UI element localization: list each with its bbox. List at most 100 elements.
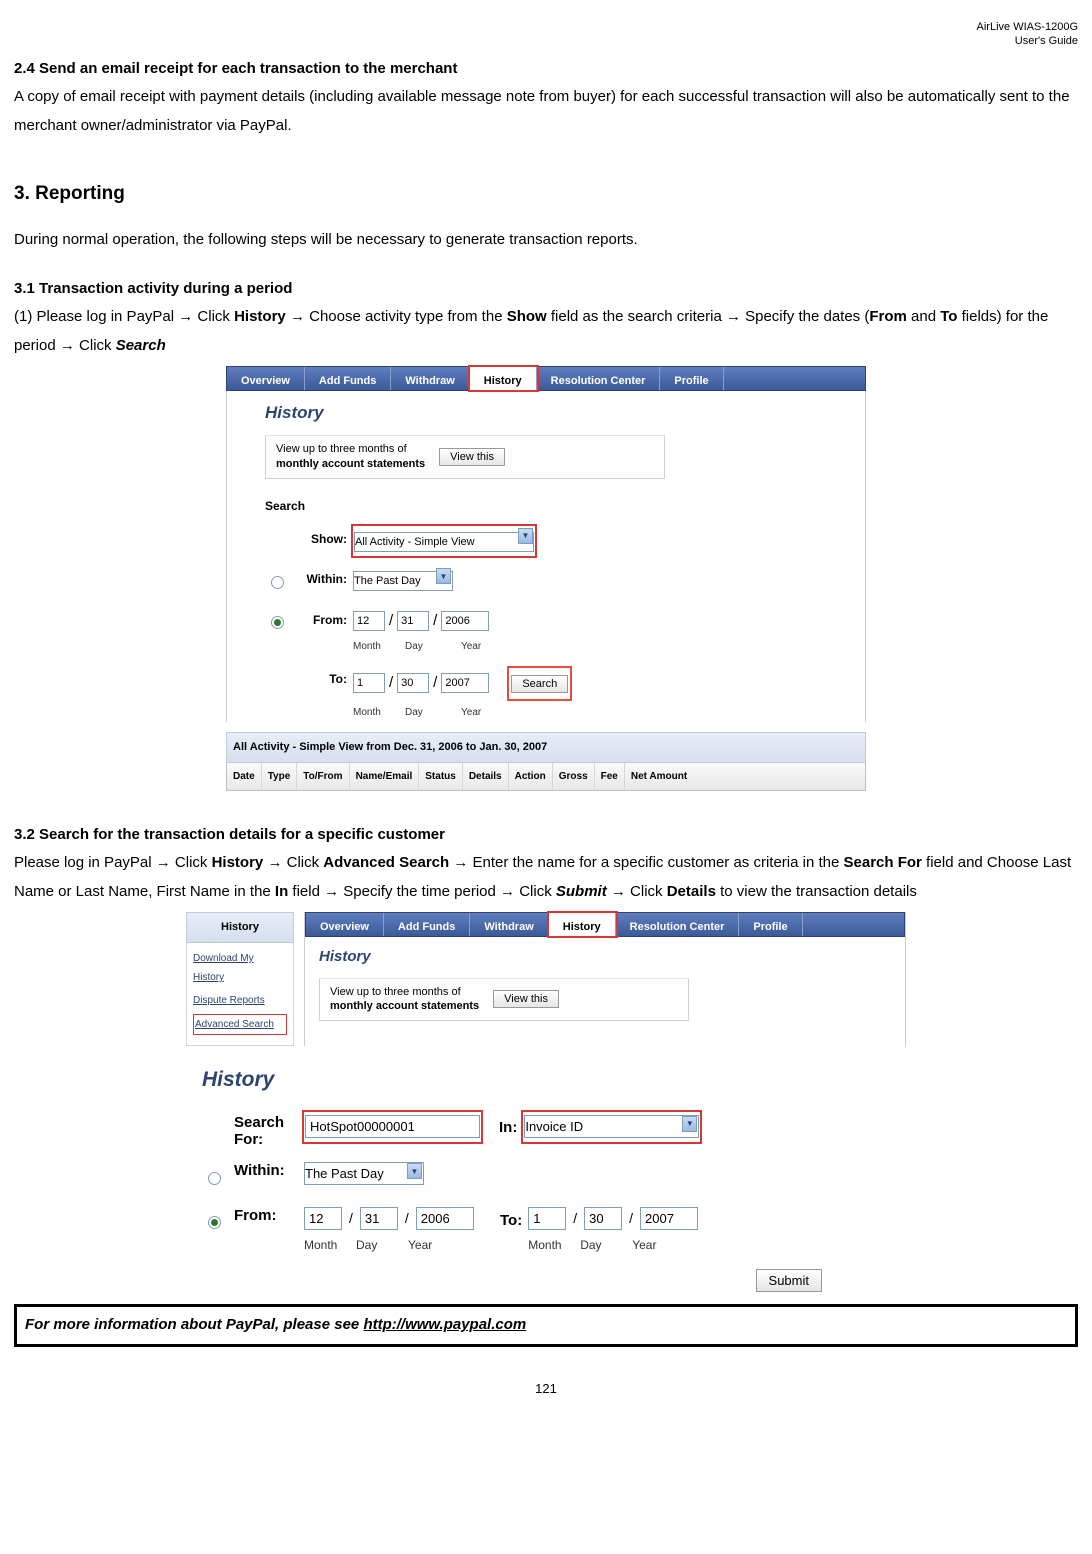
from-date-group: / / MonthDayYear — [353, 607, 509, 657]
slash: / — [433, 669, 437, 698]
tab-resolution-center[interactable]: Resolution Center — [616, 913, 740, 936]
paypal-tabs: Overview Add Funds Withdraw History Reso… — [226, 366, 866, 391]
within-label: Within: — [297, 566, 347, 591]
lbl-month: Month — [353, 637, 391, 656]
lbl-year: Year — [632, 1234, 704, 1257]
to-month-input[interactable] — [528, 1207, 566, 1230]
search-heading: Search — [265, 495, 853, 518]
tab-overview[interactable]: Overview — [306, 913, 384, 936]
view-this-button[interactable]: View this — [493, 990, 559, 1008]
slash: / — [433, 607, 437, 636]
history-bold: History — [212, 854, 264, 871]
from-radio[interactable] — [271, 616, 284, 629]
row-from: From: / / MonthDayYear — [265, 607, 853, 657]
tab-add-funds[interactable]: Add Funds — [305, 367, 391, 390]
tab-history[interactable]: History — [470, 367, 537, 390]
details-bold: Details — [667, 883, 716, 900]
tab-withdraw[interactable]: Withdraw — [391, 367, 469, 390]
search-for-highlight — [304, 1112, 481, 1143]
lbl-day: Day — [405, 703, 443, 722]
t: Please log in PayPal → Click — [14, 854, 212, 871]
l1: View up to three months of — [276, 443, 407, 455]
within-radio[interactable] — [271, 576, 284, 589]
tab-profile[interactable]: Profile — [739, 913, 802, 936]
heading-3-1: 3.1 Transaction activity during a period — [14, 275, 1078, 304]
search-bold-italic: Search — [116, 337, 166, 354]
to-label: To: — [297, 666, 347, 691]
tab-withdraw[interactable]: Withdraw — [470, 913, 548, 936]
in-bold: In — [275, 883, 288, 900]
row-to: To: / / Search MonthDayYear — [265, 666, 853, 722]
chevron-down-icon[interactable]: ▼ — [682, 1116, 697, 1132]
slash: / — [571, 1205, 579, 1232]
row-within: Within: ▼ — [265, 566, 853, 597]
to-year-input[interactable] — [640, 1207, 698, 1230]
to-month-input[interactable] — [353, 673, 385, 693]
to-day-input[interactable] — [397, 673, 429, 693]
chevron-down-icon[interactable]: ▼ — [407, 1163, 422, 1179]
history-title: History — [265, 397, 853, 429]
to-date-group: / / Search MonthDayYear — [353, 666, 572, 722]
heading-3-2: 3.2 Search for the transaction details f… — [14, 821, 1078, 850]
statement-text: View up to three months of monthly accou… — [276, 443, 425, 470]
link-download-history[interactable]: Download My History — [193, 949, 287, 987]
chevron-down-icon[interactable]: ▼ — [518, 528, 533, 544]
slash: / — [389, 669, 393, 698]
link-advanced-search[interactable]: Advanced Search — [193, 1014, 287, 1035]
lbl-month: Month — [304, 1234, 356, 1257]
from-month-input[interactable] — [304, 1207, 342, 1230]
tab-history[interactable]: History — [549, 913, 616, 936]
t: Search For: — [234, 1114, 284, 1148]
from-day-input[interactable] — [397, 611, 429, 631]
submit-bold-italic: Submit — [556, 883, 607, 900]
from-day-input[interactable] — [360, 1207, 398, 1230]
t: → Click — [263, 854, 323, 871]
from-year-input[interactable] — [416, 1207, 474, 1230]
figure-history-search: Overview Add Funds Withdraw History Reso… — [226, 366, 866, 790]
search-button[interactable]: Search — [511, 675, 568, 693]
tab-resolution-center[interactable]: Resolution Center — [537, 367, 661, 390]
show-select[interactable] — [354, 532, 534, 552]
sidebar-links: Download My History Dispute Reports Adva… — [186, 943, 294, 1046]
paypal-url: http://www.paypal.com — [363, 1316, 526, 1333]
from-radio[interactable] — [208, 1216, 221, 1229]
within-radio[interactable] — [208, 1172, 221, 1185]
tab-add-funds[interactable]: Add Funds — [384, 913, 470, 936]
history-body: History View up to three months of month… — [226, 391, 866, 721]
submit-button[interactable]: Submit — [756, 1269, 822, 1292]
within-select-wrap: ▼ — [353, 566, 453, 595]
to-day-input[interactable] — [584, 1207, 622, 1230]
search-for-input[interactable] — [305, 1115, 480, 1138]
para-2-4: A copy of email receipt with payment det… — [14, 83, 1078, 140]
row-from-to: From: / / MonthDayYear To: / — [202, 1205, 890, 1257]
link-dispute-reports[interactable]: Dispute Reports — [193, 991, 287, 1010]
l1: View up to three months of — [330, 986, 461, 998]
para-3-intro: During normal operation, the following s… — [14, 226, 1078, 255]
lbl-day: Day — [580, 1234, 632, 1257]
para-3-1: (1) Please log in PayPal → Click History… — [14, 303, 1078, 360]
lbl-month: Month — [353, 703, 391, 722]
view-this-button[interactable]: View this — [439, 448, 505, 466]
from-month-input[interactable] — [353, 611, 385, 631]
paypal-tabs: Overview Add Funds Withdraw History Reso… — [305, 912, 905, 937]
history-sidebar: History Download My History Dispute Repo… — [186, 912, 294, 1046]
from-bold: From — [869, 308, 907, 325]
heading-2-4: 2.4 Send an email receipt for each trans… — [14, 55, 1078, 84]
col-fee: Fee — [595, 763, 625, 790]
chevron-down-icon[interactable]: ▼ — [436, 568, 451, 584]
tab-overview[interactable]: Overview — [227, 367, 305, 390]
slash: / — [389, 607, 393, 636]
show-select-highlight: ▼ — [353, 526, 535, 557]
to-year-input[interactable] — [441, 673, 489, 693]
date-sublabels: MonthDayYear — [304, 1234, 480, 1257]
col-date: Date — [227, 763, 262, 790]
page-number: 121 — [14, 1377, 1078, 1402]
t: → Enter the name for a specific customer… — [449, 854, 843, 871]
show-label: Show: — [297, 526, 347, 551]
within-select[interactable] — [304, 1162, 424, 1185]
in-select[interactable] — [524, 1115, 699, 1138]
tab-profile[interactable]: Profile — [660, 367, 723, 390]
from-year-input[interactable] — [441, 611, 489, 631]
more-info-box: For more information about PayPal, pleas… — [14, 1304, 1078, 1347]
heading-3: 3. Reporting — [14, 176, 1078, 212]
